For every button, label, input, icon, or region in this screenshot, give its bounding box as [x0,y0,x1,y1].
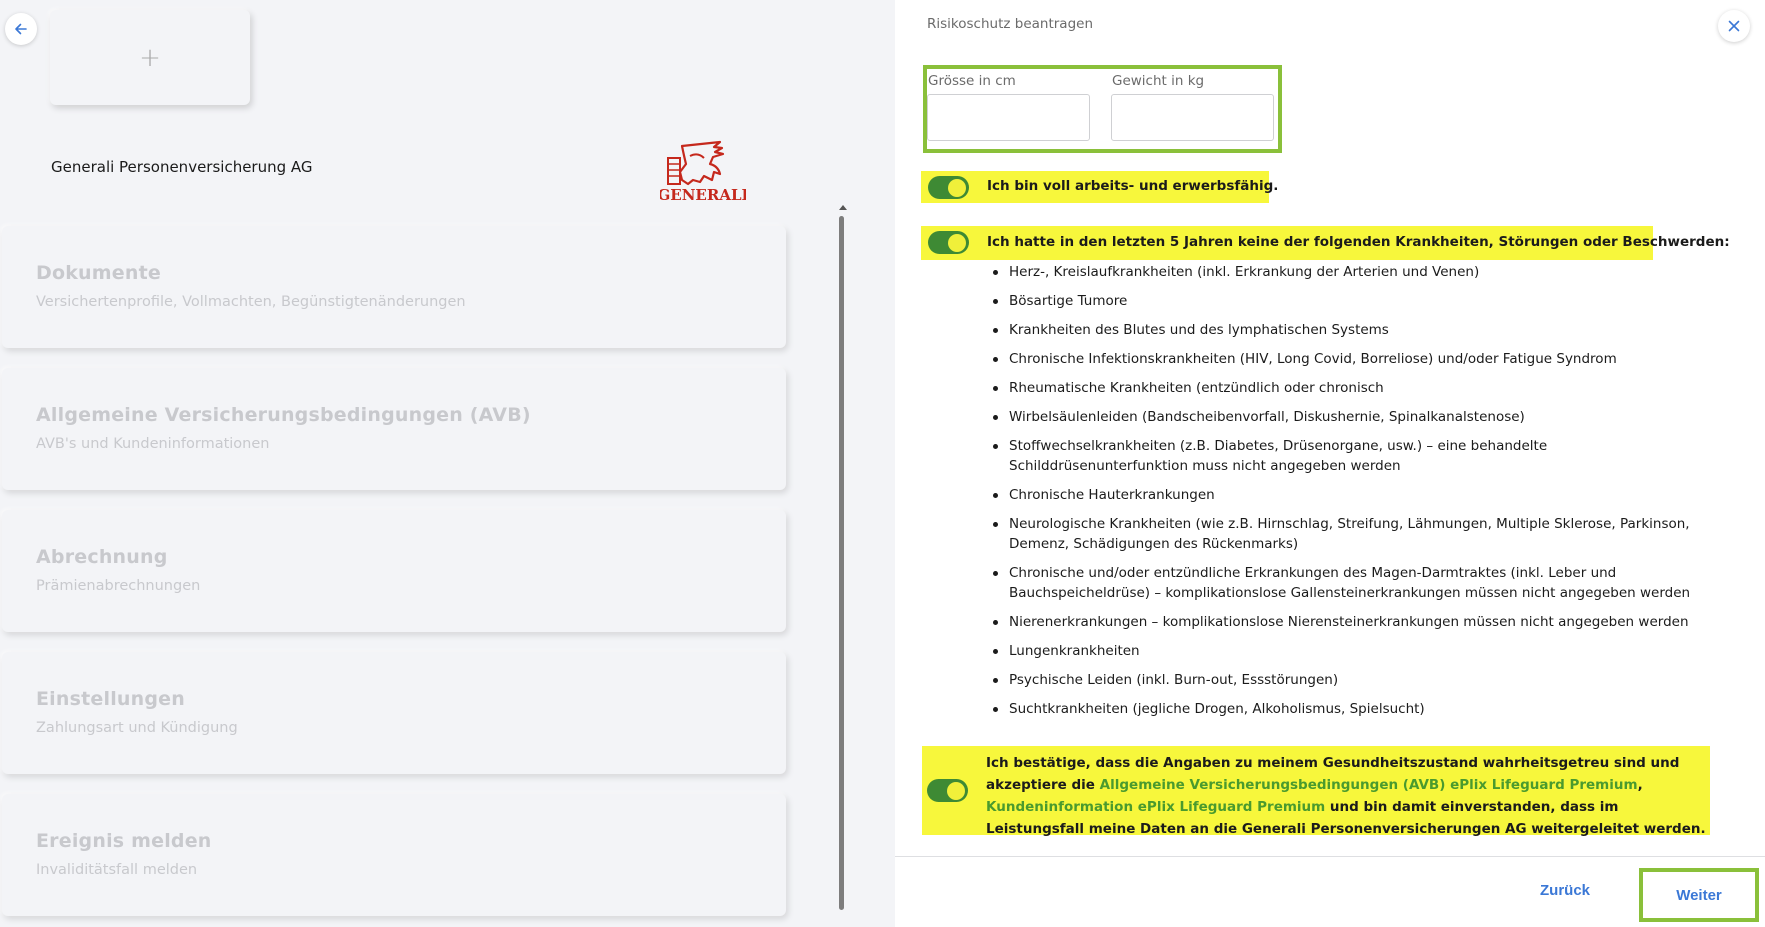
card-title: Dokumente [36,262,161,284]
list-item: Rheumatische Krankheiten (entzündlich od… [993,378,1693,398]
list-item: Psychische Leiden (inkl. Burn-out, Essst… [993,670,1693,690]
footer-divider [895,856,1765,857]
dialog-title: Risikoschutz beantragen [927,16,1094,32]
no-diseases-label: Ich hatte in den letzten 5 Jahren keine … [987,234,1730,250]
list-item: Bösartige Tumore [993,291,1693,311]
confirmation-text: Ich bestätige, dass die Angaben zu meine… [986,752,1706,840]
back-button[interactable] [5,13,37,45]
card-subtitle: Invaliditätsfall melden [36,862,198,878]
next-button[interactable]: Weiter [1676,887,1722,904]
menu-cards: Dokumente Versichertenprofile, Vollmacht… [2,226,786,927]
list-item: Chronische Infektionskrankheiten (HIV, L… [993,349,1693,369]
card-avb[interactable]: Allgemeine Versicherungsbedingungen (AVB… [2,368,786,490]
list-item: Neurologische Krankheiten (wie z.B. Hirn… [993,514,1693,554]
confirmation-toggle[interactable] [927,779,968,802]
list-item: Wirbelsäulenleiden (Bandscheibenvorfall,… [993,407,1693,427]
card-einstellungen[interactable]: Einstellungen Zahlungsart und Kündigung [2,652,786,774]
list-item: Herz-, Kreislaufkrankheiten (inkl. Erkra… [993,262,1693,282]
weight-label: Gewicht in kg [1112,73,1205,89]
kundeninformation-link[interactable]: Kundeninformation ePlix Lifeguard Premiu… [986,799,1325,815]
card-title: Allgemeine Versicherungsbedingungen (AVB… [36,404,531,426]
company-name: Generali Personenversicherung AG [51,158,313,176]
plus-icon: + [139,42,161,73]
close-button[interactable] [1718,10,1750,42]
card-title: Einstellungen [36,688,185,710]
list-item: Stoffwechselkrankheiten (z.B. Diabetes, … [993,436,1693,476]
card-subtitle: Versichertenprofile, Vollmachten, Begüns… [36,294,466,310]
disease-list: Herz-, Kreislaufkrankheiten (inkl. Erkra… [993,262,1693,728]
list-item: Lungenkrankheiten [993,641,1693,661]
logo-text: GENERALI [660,186,746,204]
height-field-group: Grösse in cm [927,73,1090,141]
no-diseases-toggle[interactable] [928,231,969,254]
confirm-separator: , [1637,777,1643,793]
work-capacity-toggle[interactable] [928,176,969,199]
card-title: Abrechnung [36,546,168,568]
next-button-frame: Weiter [1639,868,1759,922]
list-item: Suchtkrankheiten (jegliche Drogen, Alkoh… [993,699,1693,719]
generali-logo: GENERALI [660,140,746,204]
list-item: Krankheiten des Blutes und des lymphatis… [993,320,1693,340]
weight-input[interactable] [1111,94,1274,141]
scrollbar-thumb[interactable] [839,216,844,910]
list-item: Chronische und/oder entzündliche Erkrank… [993,563,1693,603]
left-pane: + Generali Personenversicherung AG GENER… [0,0,895,927]
card-dokumente[interactable]: Dokumente Versichertenprofile, Vollmacht… [2,226,786,348]
list-item: Chronische Hauterkrankungen [993,485,1693,505]
close-icon [1728,20,1740,32]
card-abrechnung[interactable]: Abrechnung Prämienabrechnungen [2,510,786,632]
add-policy-card[interactable]: + [50,10,250,105]
card-ereignis-melden[interactable]: Ereignis melden Invaliditätsfall melden [2,794,786,916]
list-item: Nierenerkrankungen – komplikationslose N… [993,612,1693,632]
card-subtitle: Prämienabrechnungen [36,578,201,594]
card-subtitle: AVB's und Kundeninformationen [36,436,270,452]
body-measurements-group: Grösse in cm Gewicht in kg [923,65,1282,153]
height-input[interactable] [927,94,1090,141]
back-step-button[interactable]: Zurück [1540,882,1590,899]
card-subtitle: Zahlungsart und Kündigung [36,720,238,736]
weight-field-group: Gewicht in kg [1111,73,1274,141]
height-label: Grösse in cm [928,73,1016,89]
avb-link[interactable]: Allgemeine Versicherungsbedingungen (AVB… [1100,777,1638,793]
scroll-up-arrow-icon[interactable] [839,205,847,210]
arrow-left-icon [15,23,27,35]
work-capacity-label: Ich bin voll arbeits- und erwerbsfähig. [987,178,1279,194]
risk-protection-dialog: Risikoschutz beantragen Grösse in cm Gew… [895,0,1765,927]
card-title: Ereignis melden [36,830,212,852]
confirmation-block: Ich bestätige, dass die Angaben zu meine… [922,746,1710,837]
